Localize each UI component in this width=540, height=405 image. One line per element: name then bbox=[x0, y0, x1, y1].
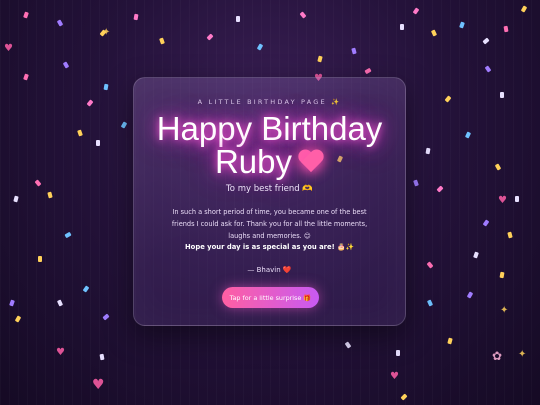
confetti-icon bbox=[236, 16, 240, 22]
confetti-icon bbox=[256, 43, 264, 51]
confetti-icon bbox=[503, 25, 509, 33]
confetti-icon bbox=[400, 393, 408, 401]
confetti-icon bbox=[464, 131, 472, 139]
confetti-icon bbox=[96, 140, 100, 146]
card-message: In such a short period of time, you beca… bbox=[171, 208, 368, 240]
title-line-2: Ruby bbox=[134, 145, 405, 178]
confetti-icon bbox=[23, 11, 29, 19]
confetti-icon bbox=[64, 231, 72, 239]
confetti-icon bbox=[412, 7, 420, 15]
confetti-icon bbox=[494, 163, 502, 171]
card-signature: — Bhavin ❤️ bbox=[247, 266, 292, 274]
sparkle-icon: ✦ bbox=[518, 349, 527, 360]
confetti-icon bbox=[62, 61, 70, 69]
confetti-icon bbox=[299, 11, 307, 19]
heart-icon: ♥ bbox=[92, 377, 105, 393]
confetti-icon bbox=[206, 33, 214, 41]
confetti-icon bbox=[23, 73, 29, 81]
confetti-icon bbox=[426, 261, 434, 269]
confetti-icon bbox=[426, 299, 434, 307]
card-kicker: A LITTLE BIRTHDAY PAGE ✨ bbox=[197, 98, 342, 106]
confetti-icon bbox=[500, 92, 504, 98]
confetti-icon bbox=[459, 21, 465, 29]
heart-icon: ♥ bbox=[56, 347, 65, 358]
confetti-icon bbox=[14, 315, 22, 323]
confetti-icon bbox=[102, 313, 110, 321]
confetti-icon bbox=[47, 191, 53, 199]
confetti-icon bbox=[515, 196, 519, 202]
sparkle-icon: ✦ bbox=[500, 305, 509, 316]
confetti-icon bbox=[133, 13, 139, 21]
birthday-card: A LITTLE BIRTHDAY PAGE ✨ Happy Birthday … bbox=[133, 77, 406, 326]
confetti-icon bbox=[482, 37, 490, 45]
sparkle-icon: ✦ bbox=[102, 27, 111, 38]
confetti-icon bbox=[159, 37, 165, 45]
confetti-icon bbox=[13, 195, 19, 203]
surprise-button[interactable]: Tap for a little surprise 🎁 bbox=[222, 287, 319, 308]
confetti-icon bbox=[86, 99, 94, 107]
confetti-icon bbox=[317, 55, 323, 63]
confetti-icon bbox=[430, 29, 438, 37]
page-title: Happy Birthday Ruby bbox=[134, 112, 405, 178]
confetti-icon bbox=[520, 5, 528, 13]
flower-icon: ✿ bbox=[492, 349, 503, 363]
confetti-icon bbox=[351, 47, 357, 55]
confetti-icon bbox=[77, 129, 83, 137]
heart-icon: ♥ bbox=[390, 371, 399, 382]
confetti-icon bbox=[396, 350, 400, 356]
confetti-icon bbox=[120, 121, 128, 129]
confetti-icon bbox=[103, 83, 109, 91]
confetti-icon bbox=[400, 24, 404, 30]
confetti-icon bbox=[56, 299, 64, 307]
confetti-icon bbox=[466, 291, 474, 299]
confetti-icon bbox=[484, 65, 492, 73]
confetti-icon bbox=[507, 231, 513, 239]
confetti-icon bbox=[473, 251, 479, 259]
confetti-icon bbox=[56, 19, 64, 27]
heart-icon: ♥ bbox=[4, 43, 13, 54]
confetti-icon bbox=[482, 219, 490, 227]
confetti-icon bbox=[413, 179, 419, 187]
title-line-1: Happy Birthday bbox=[156, 110, 383, 147]
confetti-icon bbox=[34, 179, 42, 187]
confetti-icon bbox=[364, 67, 372, 75]
card-subtitle: To my best friend 🫶 bbox=[226, 184, 313, 194]
confetti-icon bbox=[447, 337, 453, 345]
heart-icon: ♥ bbox=[498, 195, 507, 206]
confetti-icon bbox=[38, 256, 42, 262]
confetti-icon bbox=[499, 271, 505, 279]
confetti-icon bbox=[9, 299, 15, 307]
confetti-icon bbox=[444, 95, 452, 103]
heart-icon bbox=[298, 150, 324, 174]
confetti-icon bbox=[436, 185, 444, 193]
confetti-icon bbox=[82, 285, 90, 293]
recipient-name: Ruby bbox=[214, 143, 293, 180]
confetti-icon bbox=[344, 341, 352, 349]
confetti-icon bbox=[425, 147, 431, 155]
card-wish: Hope your day is as special as you are! … bbox=[184, 243, 355, 251]
confetti-icon bbox=[99, 353, 105, 361]
